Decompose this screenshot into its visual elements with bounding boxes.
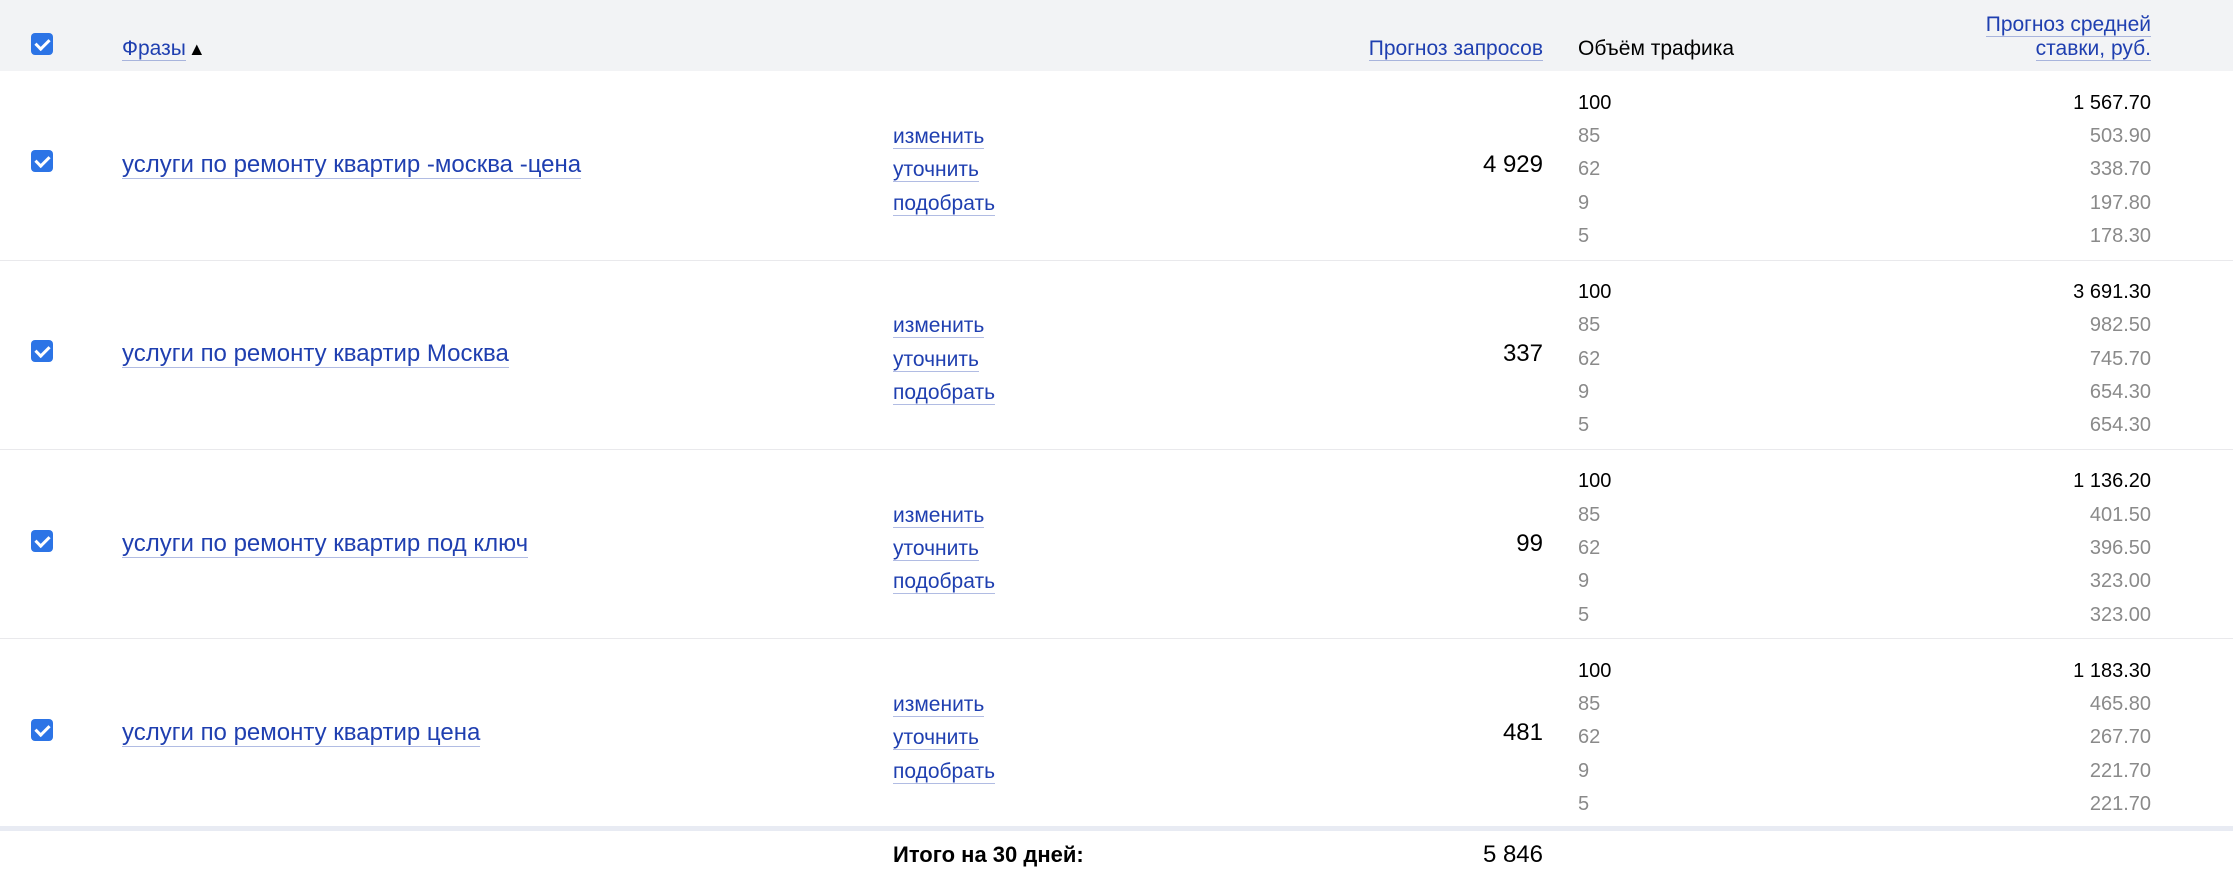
row-checkbox[interactable] xyxy=(31,340,53,362)
total-label: Итого на 30 дней: xyxy=(893,842,1084,867)
bid-value: 178.30 xyxy=(2089,225,2151,247)
traffic-value: 62 xyxy=(1578,726,1601,748)
bid-value: 1 567.70 xyxy=(2073,92,2151,114)
row-checkbox[interactable] xyxy=(31,150,53,172)
pick-link[interactable]: подобрать xyxy=(893,760,996,784)
bid-value: 338.70 xyxy=(2089,158,2151,180)
avg-bid-header: Прогноз средней ставки, руб. xyxy=(1985,13,2151,61)
phrase-link[interactable]: услуги по ремонту квартир Москва xyxy=(122,340,509,368)
change-link[interactable]: изменить xyxy=(893,125,985,149)
pick-link[interactable]: подобрать xyxy=(893,381,996,405)
traffic-value: 100 xyxy=(1578,281,1612,303)
avg-bid-sort-link-line1[interactable]: Прогноз средней xyxy=(1985,13,2151,37)
change-link[interactable]: изменить xyxy=(893,693,985,717)
traffic-value: 100 xyxy=(1578,660,1612,682)
bid-value: 654.30 xyxy=(2089,414,2151,436)
refine-link[interactable]: уточнить xyxy=(893,537,979,561)
bid-value: 745.70 xyxy=(2089,348,2151,370)
traffic-value: 100 xyxy=(1578,92,1612,114)
phrase-link[interactable]: услуги по ремонту квартир цена xyxy=(122,719,481,747)
change-link[interactable]: изменить xyxy=(893,314,985,338)
requests-count: 99 xyxy=(1516,530,1543,557)
traffic-value: 62 xyxy=(1578,537,1601,559)
bid-value: 654.30 xyxy=(2089,381,2151,403)
table-header: Фразы ▲ Прогноз запросов Объём трафика Пр… xyxy=(0,0,2233,71)
traffic-value: 85 xyxy=(1578,125,1601,147)
avg-bid-sort-link-line2[interactable]: ставки, руб. xyxy=(2035,37,2151,61)
bid-value: 503.90 xyxy=(2089,125,2151,147)
pick-link[interactable]: подобрать xyxy=(893,570,996,594)
refine-link[interactable]: уточнить xyxy=(893,726,979,750)
phrase-link[interactable]: услуги по ремонту квартир под ключ xyxy=(122,530,529,558)
forecast-requests-sort-link[interactable]: Прогноз запросов xyxy=(1368,37,1543,61)
traffic-value: 85 xyxy=(1578,504,1601,526)
refine-link[interactable]: уточнить xyxy=(893,348,979,372)
bid-value: 267.70 xyxy=(2089,726,2151,748)
traffic-value: 5 xyxy=(1578,225,1590,247)
row-divider xyxy=(0,449,2233,450)
select-all-checkbox[interactable] xyxy=(31,33,53,55)
traffic-value: 5 xyxy=(1578,793,1590,815)
row-divider xyxy=(0,260,2233,261)
total-value: 5 846 xyxy=(1482,841,1543,868)
traffic-value: 9 xyxy=(1578,760,1590,782)
change-link[interactable]: изменить xyxy=(893,504,985,528)
pick-link[interactable]: подобрать xyxy=(893,192,996,216)
sort-ascending-icon: ▲ xyxy=(187,39,206,59)
requests-count: 4 929 xyxy=(1482,151,1543,178)
bid-value: 197.80 xyxy=(2089,192,2151,214)
row-divider xyxy=(0,638,2233,639)
bid-value: 1 183.30 xyxy=(2073,660,2151,682)
traffic-value: 85 xyxy=(1578,314,1601,336)
traffic-value: 9 xyxy=(1578,381,1590,403)
traffic-value: 85 xyxy=(1578,693,1601,715)
bid-value: 401.50 xyxy=(2089,504,2151,526)
bid-value: 3 691.30 xyxy=(2073,281,2151,303)
refine-link[interactable]: уточнить xyxy=(893,158,979,182)
traffic-value: 5 xyxy=(1578,414,1590,436)
traffic-value: 5 xyxy=(1578,604,1590,626)
requests-count: 481 xyxy=(1502,719,1543,746)
bid-value: 323.00 xyxy=(2089,570,2151,592)
bid-value: 465.80 xyxy=(2089,693,2151,715)
bid-value: 1 136.20 xyxy=(2073,470,2151,492)
bid-value: 221.70 xyxy=(2089,760,2151,782)
requests-count: 337 xyxy=(1502,340,1543,367)
traffic-value: 9 xyxy=(1578,192,1590,214)
traffic-value: 62 xyxy=(1578,158,1601,180)
bid-value: 396.50 xyxy=(2089,537,2151,559)
bid-value: 323.00 xyxy=(2089,604,2151,626)
phrases-sort-link[interactable]: Фразы xyxy=(122,37,186,61)
traffic-value: 62 xyxy=(1578,348,1601,370)
phrase-link[interactable]: услуги по ремонту квартир -москва -цена xyxy=(122,151,582,179)
phrases-header: Фразы ▲ xyxy=(122,37,206,61)
total-divider xyxy=(0,826,2233,831)
traffic-value: 9 xyxy=(1578,570,1590,592)
bid-value: 221.70 xyxy=(2089,793,2151,815)
row-checkbox[interactable] xyxy=(31,530,53,552)
traffic-volume-header: Объём трафика xyxy=(1578,37,1735,60)
traffic-value: 100 xyxy=(1578,470,1612,492)
row-checkbox[interactable] xyxy=(31,719,53,741)
bid-value: 982.50 xyxy=(2089,314,2151,336)
forecast-requests-header: Прогноз запросов xyxy=(1368,37,1543,61)
